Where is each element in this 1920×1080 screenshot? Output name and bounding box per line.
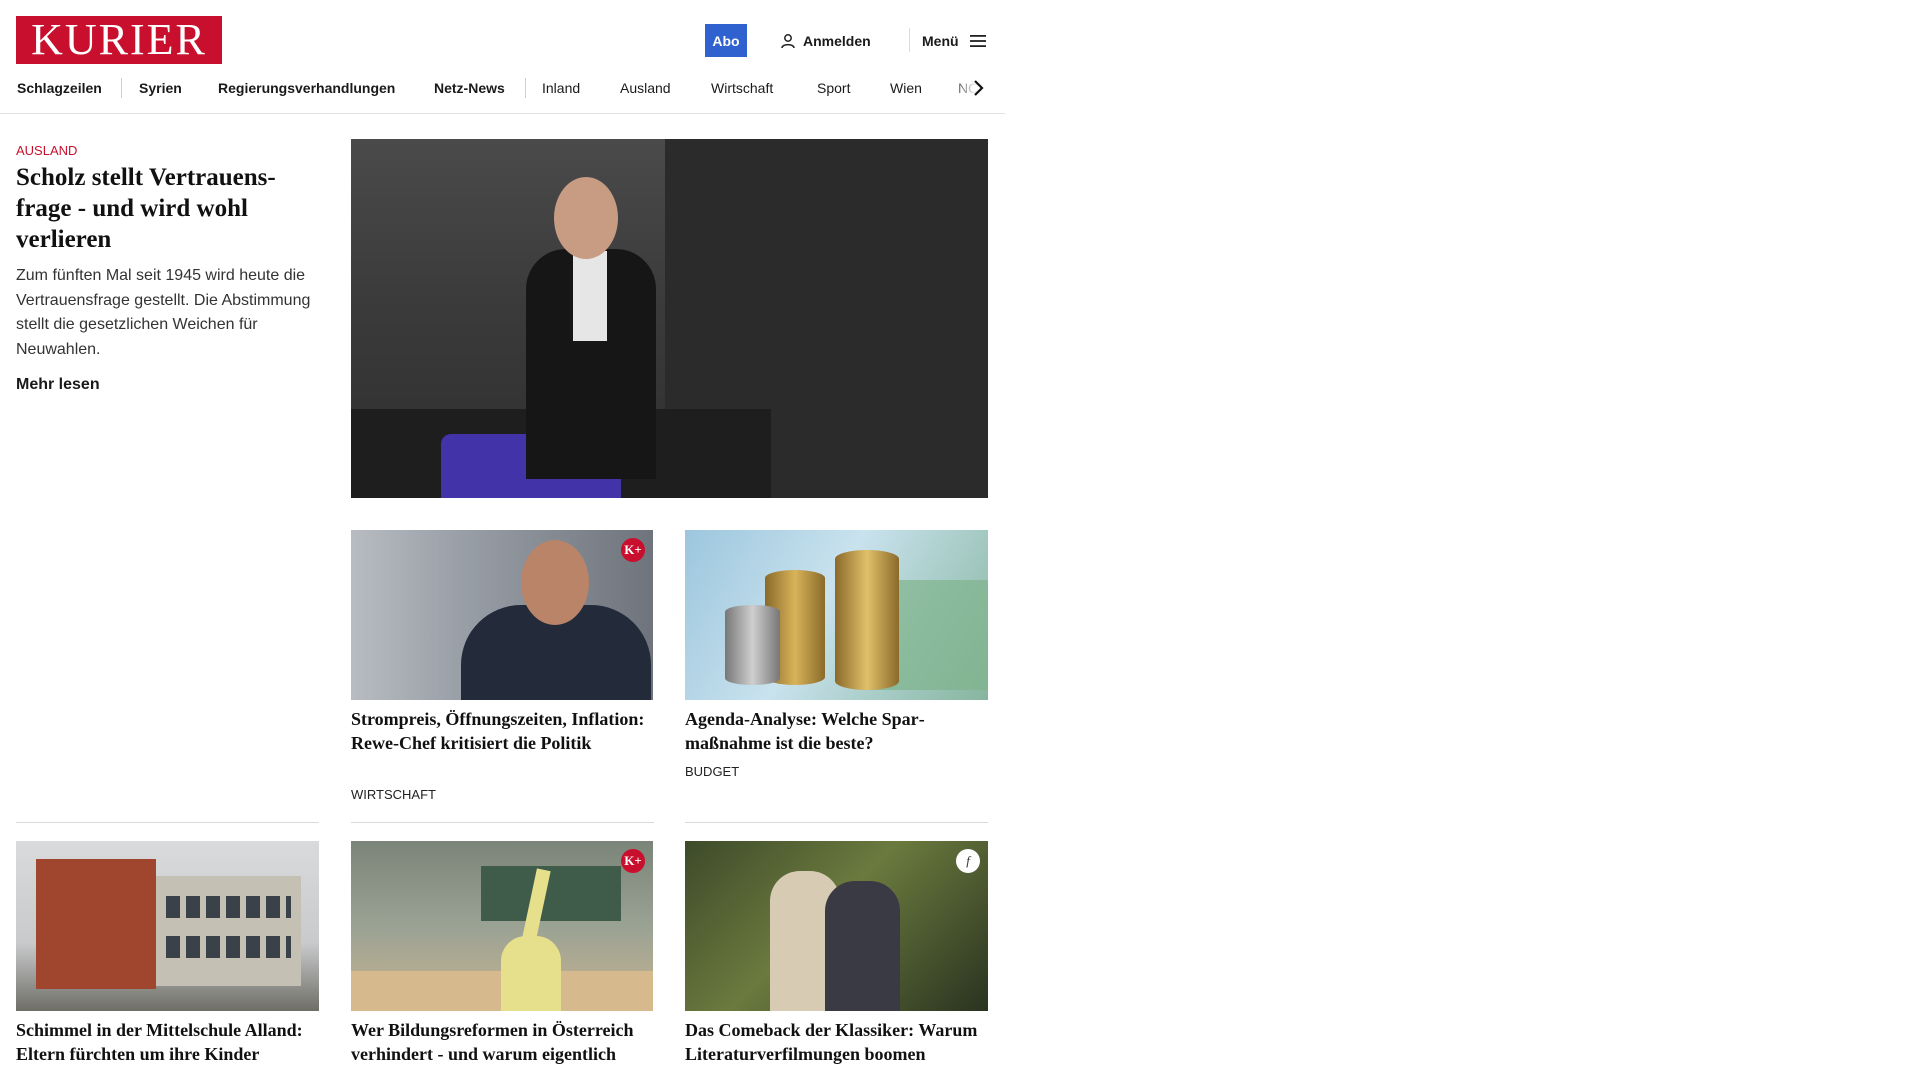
menu-label: Menü [922, 32, 959, 49]
row-divider [351, 822, 654, 823]
image-head [521, 540, 589, 625]
login-label: Anmelden [803, 32, 871, 49]
chevron-right-icon[interactable] [968, 78, 988, 98]
nav-item-syrien[interactable]: Syrien [139, 72, 182, 104]
header-divider [909, 28, 910, 52]
article-category[interactable]: WIRTSCHAFT [351, 787, 436, 802]
lead-category[interactable]: AUSLAND [16, 143, 77, 158]
section-nav: Schlagzeilen Syrien Regierungsverhandlun… [0, 72, 1005, 114]
lead-image[interactable] [351, 139, 988, 498]
article-title[interactable]: Strompreis, Öffnungszeiten, Infla­tion: … [351, 707, 656, 755]
image-windows-row2 [166, 936, 291, 958]
premium-badge-icon: K+ [621, 538, 645, 562]
article-title[interactable]: Agenda-Analyse: Welche Spar­maßnahme ist… [685, 707, 990, 755]
nav-divider [121, 78, 122, 98]
nav-item-ausland[interactable]: Ausland [620, 72, 671, 104]
nav-item-regierungsverhandlungen[interactable]: Regierungsverhandlungen [218, 72, 395, 104]
image-windows-row1 [166, 896, 291, 918]
premium-badge-icon: K+ [621, 849, 645, 873]
nav-item-schlagzeilen[interactable]: Schlagzeilen [17, 72, 102, 104]
page: KURIER Abo Anmelden Menü Schlagzeilen Sy… [0, 0, 1920, 1080]
kurier-logo[interactable]: KURIER [16, 16, 222, 64]
image-building-wing [156, 876, 301, 986]
article-image-rewe[interactable]: K+ [351, 530, 653, 700]
article-title[interactable]: Wer Bildungsreformen in Öster­reich verh… [351, 1018, 656, 1066]
image-figure-head [554, 177, 618, 259]
lead-teaser: Zum fünften Mal seit 1945 wird heute die… [16, 267, 311, 358]
image-pupil [501, 936, 561, 1011]
article-category[interactable]: BUDGET [685, 764, 739, 779]
hamburger-icon [969, 34, 986, 47]
read-more-link[interactable]: Mehr lesen [16, 376, 100, 394]
row-divider [16, 822, 319, 823]
menu-button[interactable]: Menü [922, 24, 987, 57]
user-icon [781, 33, 795, 48]
nav-item-sport[interactable]: Sport [817, 72, 850, 104]
article-title[interactable]: Schimmel in der Mittelschule Al­land: El… [16, 1018, 321, 1066]
row-divider [685, 822, 988, 823]
image-coins-mid [835, 550, 899, 690]
freizeit-badge-icon: f [956, 849, 980, 873]
image-building-brick [36, 859, 156, 989]
image-figure-shirt [573, 251, 607, 341]
lead-headline[interactable]: Scholz stellt Vertrauens­frage - und wir… [16, 162, 316, 255]
article-image-film[interactable]: f [685, 841, 988, 1011]
article-title[interactable]: Das Comeback der Klassiker: Warum Litera… [685, 1018, 990, 1066]
abo-button[interactable]: Abo [705, 24, 747, 57]
article-image-budget[interactable] [685, 530, 988, 700]
news-column: KURIER Abo Anmelden Menü Schlagzeilen Sy… [0, 0, 1005, 1080]
image-coins-right [725, 605, 780, 685]
image-couple-right [825, 881, 900, 1011]
article-image-school[interactable] [16, 841, 319, 1011]
nav-divider [525, 78, 526, 98]
article-image-classroom[interactable]: K+ [351, 841, 653, 1011]
nav-item-inland[interactable]: Inland [542, 72, 580, 104]
image-board [481, 866, 621, 921]
nav-item-wien[interactable]: Wien [890, 72, 922, 104]
nav-item-wirtschaft[interactable]: Wirtschaft [711, 72, 773, 104]
login-button[interactable]: Anmelden [780, 24, 871, 57]
nav-item-netz-news[interactable]: Netz-News [434, 72, 505, 104]
